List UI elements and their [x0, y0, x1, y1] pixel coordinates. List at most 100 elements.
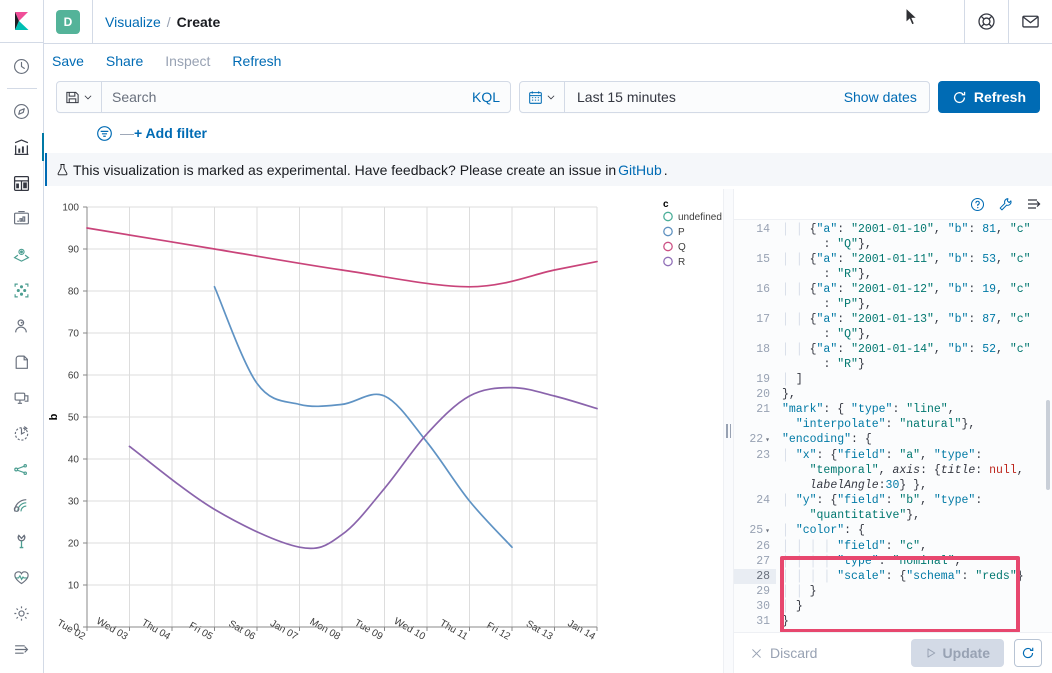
code-line[interactable]: "temporal", axis: {title: null,	[734, 463, 1052, 478]
editor-scrollbar[interactable]	[1046, 400, 1050, 490]
code-line[interactable]: 27 │ │ │ │ "type": "nominal",	[734, 554, 1052, 569]
code-line[interactable]: 26 │ │ │ │ "field": "c",	[734, 539, 1052, 554]
sidebar-item-maps[interactable]	[0, 237, 44, 273]
code-line[interactable]: 16 │ │ {"a": "2001-01-12", "b": 19, "c"	[734, 282, 1052, 297]
panel-resize-handle[interactable]	[723, 189, 734, 673]
update-button[interactable]: Update	[910, 639, 1004, 667]
elastic-logo[interactable]	[0, 0, 44, 43]
help-question-icon[interactable]	[970, 197, 985, 212]
code-line[interactable]: 28 │ │ │ │ "scale": {"schema": "reds"}	[734, 569, 1052, 584]
saved-query-button[interactable]	[57, 82, 102, 112]
inspect-button[interactable]: Inspect	[165, 53, 210, 69]
breadcrumb-visualize[interactable]: Visualize	[105, 14, 161, 30]
sidebar-item-discover[interactable]	[0, 93, 44, 129]
sidebar-item-uptime[interactable]	[0, 416, 44, 452]
discard-button[interactable]: Discard	[750, 645, 817, 661]
search-input[interactable]	[102, 82, 462, 112]
kql-toggle-button[interactable]: KQL	[462, 89, 510, 105]
sidebar-item-apm[interactable]	[0, 380, 44, 416]
code-line[interactable]: labelAngle:30} },	[734, 478, 1052, 493]
code-line[interactable]: : "Q"},	[734, 327, 1052, 342]
code-line[interactable]: 19 │ ]	[734, 372, 1052, 387]
space-avatar[interactable]: D	[56, 9, 80, 34]
refresh-button[interactable]: Refresh	[937, 81, 1040, 113]
legend-swatch-R[interactable]	[663, 256, 673, 267]
code-line[interactable]: 29 │ │ }	[734, 584, 1052, 599]
app-header: D Visualize / Create	[44, 0, 1052, 44]
sidebar-item-recently-viewed[interactable]	[0, 49, 44, 85]
sidebar-item-stack-monitoring[interactable]	[0, 559, 44, 595]
code-line[interactable]: : "R"},	[734, 267, 1052, 282]
help-lifering-icon[interactable]	[964, 0, 1008, 44]
code-line[interactable]: 20},	[734, 387, 1052, 402]
auto-refresh-icon[interactable]	[1014, 639, 1042, 667]
y-tick-label: 90	[68, 245, 80, 256]
sidebar-item-siem[interactable]	[0, 452, 44, 488]
news-mail-icon[interactable]	[1008, 0, 1052, 44]
date-picker: Last 15 minutes Show dates	[519, 81, 930, 113]
legend-label-P[interactable]: P	[678, 227, 685, 238]
vega-line-chart[interactable]: 0102030405060708090100Tue 02 Wed 03 Thu 04…	[45, 189, 723, 673]
sidebar-item-apm-signal[interactable]	[0, 488, 44, 524]
code-line-number: 25 ▾	[734, 523, 776, 539]
y-tick-label: 40	[68, 455, 80, 466]
sidebar-item-machine-learning[interactable]	[0, 273, 44, 309]
code-line[interactable]: 14 │ │ {"a": "2001-01-10", "b": 81, "c"	[734, 222, 1052, 237]
calendar-quickselect-button[interactable]	[520, 82, 565, 112]
y-tick-label: 100	[62, 203, 79, 214]
filter-icon[interactable]	[96, 125, 113, 142]
legend-label-R[interactable]: R	[678, 257, 685, 268]
code-line[interactable]: 18 │ │ {"a": "2001-01-14", "b": 52, "c"	[734, 342, 1052, 357]
code-line[interactable]: 31}	[734, 614, 1052, 629]
x-tick-label: Fri 05	[187, 620, 215, 643]
refresh-link-button[interactable]: Refresh	[232, 53, 281, 69]
github-link[interactable]: GitHub	[618, 162, 662, 178]
code-line-text: "quantitative"},	[809, 509, 921, 522]
sidebar-item-management[interactable]	[0, 595, 44, 631]
editor-options-icon[interactable]	[1026, 196, 1042, 212]
code-line-number: 17	[734, 312, 776, 327]
code-line-number: 30	[734, 599, 776, 614]
code-line[interactable]: 15 │ │ {"a": "2001-01-11", "b": 53, "c"	[734, 252, 1052, 267]
code-line[interactable]: : "P"},	[734, 297, 1052, 312]
code-line-text: : "Q"},	[823, 328, 872, 341]
flask-icon	[56, 163, 69, 176]
legend-swatch-undefined[interactable]	[663, 211, 673, 222]
share-button[interactable]: Share	[106, 53, 143, 69]
editor-footer: Discard Update	[734, 632, 1052, 673]
code-line[interactable]: 21 "mark": { "type": "line",	[734, 402, 1052, 417]
code-line[interactable]: : "R"}	[734, 357, 1052, 372]
line-series-R[interactable]	[128, 386, 598, 550]
legend-label-Q[interactable]: Q	[678, 242, 686, 253]
sidebar-item-canvas[interactable]	[0, 201, 44, 237]
legend-swatch-P[interactable]	[663, 226, 673, 237]
sidebar-item-dashboard[interactable]	[0, 165, 44, 201]
query-bar: KQL Last 15 minutes Show dates Refresh	[44, 77, 1052, 117]
code-editor[interactable]: 14 │ │ {"a": "2001-01-10", "b": 81, "c" :…	[734, 220, 1052, 632]
x-tick-label: Jan 07	[268, 618, 300, 643]
legend-label-undefined[interactable]: undefined	[678, 212, 722, 223]
save-button[interactable]: Save	[52, 53, 84, 69]
wrench-icon[interactable]	[998, 197, 1013, 212]
code-line-number	[734, 357, 776, 372]
sidebar-item-infrastructure[interactable]	[0, 309, 44, 345]
code-line[interactable]: "interpolate": "natural"},	[734, 417, 1052, 432]
code-line[interactable]: 17 │ │ {"a": "2001-01-13", "b": 87, "c"	[734, 312, 1052, 327]
sidebar-item-dev-tools[interactable]	[0, 524, 44, 560]
sidebar-item-logs[interactable]	[0, 344, 44, 380]
code-line[interactable]: 23 │ "x": {"field": "a", "type":	[734, 448, 1052, 463]
code-line[interactable]: : "Q"},	[734, 237, 1052, 252]
code-line[interactable]: 22 ▾ "encoding": {	[734, 432, 1052, 448]
legend-title: c	[663, 199, 669, 210]
code-line[interactable]: 30 │ }	[734, 599, 1052, 614]
collapse-nav-button[interactable]	[0, 631, 44, 667]
code-line[interactable]: 24 │ "y": {"field": "b", "type":	[734, 493, 1052, 508]
time-range-label[interactable]: Last 15 minutes	[565, 89, 844, 105]
code-line[interactable]: "quantitative"},	[734, 508, 1052, 523]
code-line-text: "temporal", axis: {title: null,	[809, 464, 1024, 477]
code-line-number: 16	[734, 282, 776, 297]
show-dates-button[interactable]: Show dates	[844, 89, 929, 105]
code-line[interactable]: 25 ▾ │ "color": {	[734, 523, 1052, 539]
legend-swatch-Q[interactable]	[663, 241, 673, 252]
sidebar-item-visualize[interactable]	[0, 129, 44, 165]
